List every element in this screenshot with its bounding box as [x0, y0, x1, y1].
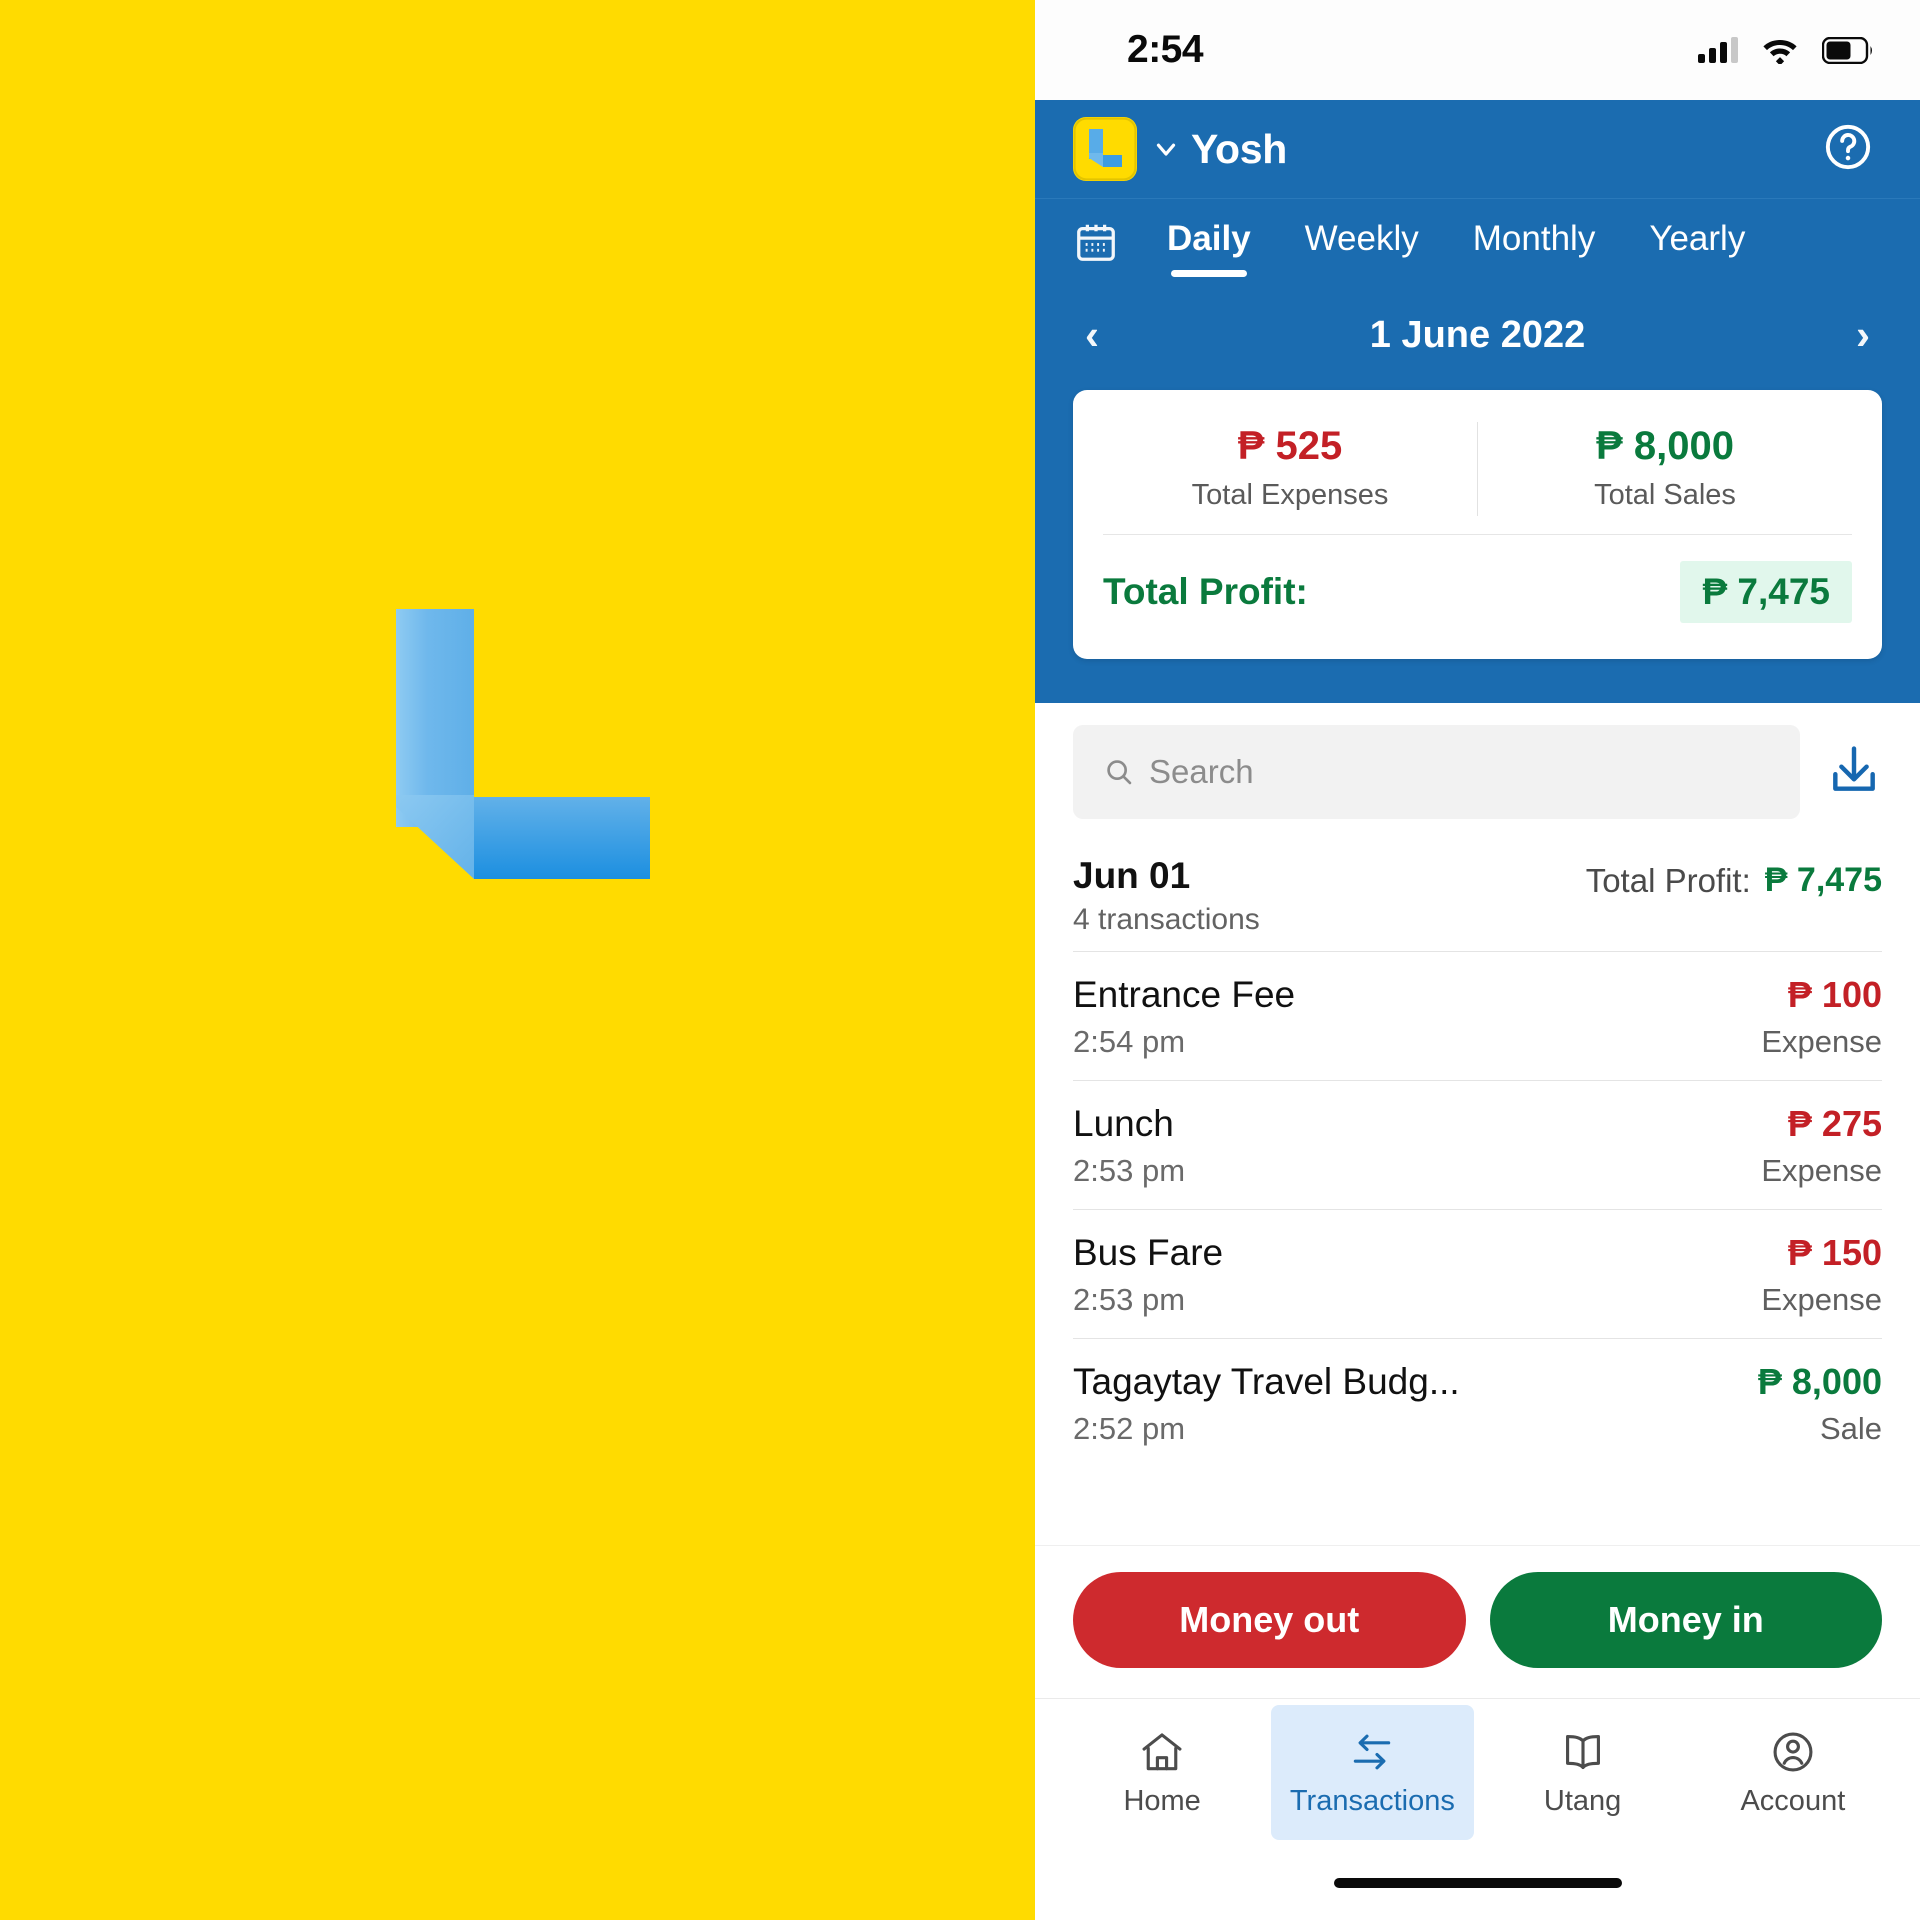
transaction-amount: ₱ 275 — [1787, 1103, 1882, 1144]
transaction-info: Entrance Fee 2:54 pm — [1073, 974, 1295, 1060]
transaction-values: ₱ 275 Expense — [1761, 1103, 1882, 1189]
transaction-time: 2:54 pm — [1073, 1024, 1186, 1059]
transaction-time: 2:53 pm — [1073, 1153, 1186, 1188]
money-in-button[interactable]: Money in — [1489, 1572, 1882, 1668]
total-expenses-label: Total Expenses — [1191, 479, 1389, 511]
transaction-values: ₱ 100 Expense — [1761, 974, 1882, 1060]
transaction-amount: ₱ 8,000 — [1757, 1361, 1882, 1402]
total-expenses-block: ₱ 525 Total Expenses — [1103, 416, 1477, 528]
blue-header: Yosh Daily Weekly Monthly Yearly ‹ 1 Jun… — [1035, 100, 1920, 703]
period-tab-weekly[interactable]: Weekly — [1305, 219, 1419, 271]
money-out-button[interactable]: Money out — [1073, 1572, 1466, 1668]
calendar-icon[interactable] — [1073, 219, 1119, 270]
day-group-count: 4 transactions — [1073, 903, 1260, 936]
nav-label-home: Home — [1123, 1785, 1201, 1817]
transfer-icon — [1354, 1734, 1391, 1770]
nav-item-transactions[interactable]: Transactions — [1271, 1705, 1474, 1840]
transaction-time: 2:53 pm — [1073, 1282, 1186, 1317]
transaction-type: Expense — [1761, 1282, 1882, 1317]
transaction-info: Tagaytay Travel Budg... 2:52 pm — [1073, 1361, 1460, 1447]
action-buttons-row: Money out Money in — [1035, 1545, 1920, 1698]
home-indicator[interactable] — [1333, 1878, 1622, 1888]
total-sales-label: Total Sales — [1594, 479, 1736, 511]
transaction-values: ₱ 150 Expense — [1761, 1232, 1882, 1318]
search-input[interactable]: Search — [1073, 725, 1800, 819]
transaction-info: Lunch 2:53 pm — [1073, 1103, 1185, 1189]
total-sales-block: ₱ 8,000 Total Sales — [1478, 416, 1852, 528]
total-profit-label: Total Profit: — [1103, 571, 1308, 612]
status-time: 2:54 — [1127, 28, 1204, 71]
date-navigator: ‹ 1 June 2022 › — [1035, 290, 1920, 380]
day-group-date: Jun 01 — [1073, 855, 1191, 896]
nav-label-account: Account — [1740, 1785, 1846, 1817]
total-sales-amount: ₱ 8,000 — [1596, 424, 1734, 468]
bottom-navigation: Home Transactions Utang Account — [1035, 1698, 1920, 1846]
day-group-header: Jun 01 4 transactions Total Profit: ₱ 7,… — [1035, 837, 1920, 951]
total-expenses-amount: ₱ 525 — [1237, 424, 1343, 468]
period-tab-monthly[interactable]: Monthly — [1473, 219, 1596, 271]
book-icon — [1565, 1735, 1600, 1769]
user-circle-icon — [1773, 1732, 1813, 1772]
nav-label-transactions: Transactions — [1289, 1785, 1455, 1817]
search-placeholder: Search — [1149, 753, 1254, 790]
search-icon — [1107, 760, 1132, 785]
table-row[interactable]: Tagaytay Travel Budg... 2:52 pm ₱ 8,000 … — [1035, 1339, 1920, 1467]
table-row[interactable]: Bus Fare 2:53 pm ₱ 150 Expense — [1035, 1210, 1920, 1338]
transaction-info: Bus Fare 2:53 pm — [1073, 1232, 1223, 1318]
help-circle-icon[interactable] — [1822, 121, 1874, 178]
wifi-icon — [1763, 39, 1797, 64]
transaction-values: ₱ 8,000 Sale — [1758, 1361, 1882, 1447]
day-profit-value: ₱ 7,475 — [1764, 861, 1882, 899]
account-name[interactable]: Yosh — [1191, 126, 1287, 173]
transaction-title: Entrance Fee — [1073, 974, 1296, 1015]
transaction-time: 2:52 pm — [1073, 1411, 1186, 1446]
chevron-right-icon[interactable]: › — [1856, 314, 1870, 356]
day-group-profit: Total Profit: ₱ 7,475 — [1586, 855, 1882, 900]
nav-item-home[interactable]: Home — [1061, 1705, 1263, 1840]
current-date-label: 1 June 2022 — [1369, 313, 1586, 356]
download-icon[interactable] — [1826, 742, 1882, 803]
nav-label-utang: Utang — [1543, 1785, 1622, 1817]
home-indicator-area — [1035, 1846, 1920, 1920]
brand-logo-icon — [396, 609, 650, 879]
status-bar: 2:54 — [1035, 0, 1920, 100]
transaction-amount: ₱ 150 — [1787, 1232, 1882, 1273]
content-area: Search Jun 01 4 transactions Total Profi… — [1035, 703, 1920, 1698]
total-profit-row: Total Profit: ₱ 7,475 — [1103, 535, 1852, 629]
chevron-left-icon[interactable]: ‹ — [1085, 314, 1099, 356]
brand-panel — [0, 0, 1035, 1920]
table-row[interactable]: Entrance Fee 2:54 pm ₱ 100 Expense — [1035, 952, 1920, 1080]
summary-top-row: ₱ 525 Total Expenses ₱ 8,000 Total Sales — [1103, 416, 1852, 528]
summary-card: ₱ 525 Total Expenses ₱ 8,000 Total Sales… — [1073, 390, 1882, 659]
period-tab-daily[interactable]: Daily — [1167, 219, 1251, 277]
transaction-type: Sale — [1819, 1411, 1882, 1446]
home-icon — [1142, 1733, 1182, 1771]
battery-icon — [1822, 36, 1872, 64]
total-profit-value: ₱ 7,475 — [1680, 561, 1852, 623]
transaction-type: Expense — [1761, 1153, 1882, 1188]
transaction-amount: ₱ 100 — [1787, 974, 1882, 1015]
table-row[interactable]: Lunch 2:53 pm ₱ 275 Expense — [1035, 1081, 1920, 1209]
header-top-bar: Yosh — [1035, 100, 1920, 198]
transaction-title: Bus Fare — [1073, 1232, 1224, 1273]
app-logo-icon[interactable] — [1073, 117, 1137, 181]
signal-bars-icon — [1698, 37, 1738, 63]
transaction-type: Expense — [1761, 1024, 1882, 1059]
nav-item-utang[interactable]: Utang — [1482, 1705, 1684, 1840]
chevron-down-icon[interactable] — [1151, 134, 1181, 164]
transaction-list: Entrance Fee 2:54 pm ₱ 100 Expense Lunch… — [1035, 952, 1920, 1467]
status-icons — [1698, 36, 1874, 64]
nav-item-account[interactable]: Account — [1692, 1705, 1894, 1840]
day-group-left: Jun 01 4 transactions — [1073, 855, 1260, 937]
transaction-title: Tagaytay Travel Budg... — [1073, 1361, 1460, 1402]
phone-screen: 2:54 Yosh Daily Weekly Monthly Yearly ‹ … — [1035, 0, 1920, 1920]
day-profit-label: Total Profit: — [1585, 861, 1751, 899]
summary-card-wrapper: ₱ 525 Total Expenses ₱ 8,000 Total Sales… — [1035, 380, 1920, 703]
period-tab-yearly[interactable]: Yearly — [1649, 219, 1745, 271]
period-tabs: Daily Weekly Monthly Yearly — [1035, 198, 1920, 290]
search-row: Search — [1035, 703, 1920, 837]
transaction-title: Lunch — [1073, 1103, 1174, 1144]
